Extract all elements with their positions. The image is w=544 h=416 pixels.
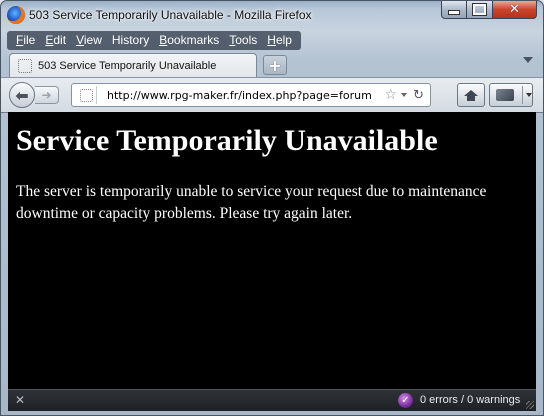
maximize-button[interactable]	[467, 1, 493, 19]
menu-edit[interactable]: Edit	[40, 31, 71, 50]
forward-button[interactable]: ➜	[35, 86, 59, 104]
addon-dropdown-icon[interactable]	[526, 93, 532, 97]
title-bar[interactable]: 503 Service Temporarily Unavailable - Mo…	[1, 1, 543, 31]
bookmark-star-icon[interactable]: ☆	[385, 87, 398, 103]
menu-view-accel: V	[76, 33, 84, 47]
menu-bar: File Edit View History Bookmarks Tools H…	[7, 31, 301, 50]
site-identity-button[interactable]	[76, 86, 97, 104]
tab-title: 503 Service Temporarily Unavailable	[38, 59, 217, 72]
addon-icon	[496, 89, 514, 101]
back-arrow-icon: ⬅	[15, 85, 29, 105]
addon-separator	[522, 86, 523, 104]
tab-bar: 503 Service Temporarily Unavailable +	[1, 51, 543, 77]
minimize-button[interactable]	[441, 1, 467, 19]
url-history-dropdown-icon[interactable]	[401, 93, 408, 97]
menu-tools-label: ools	[235, 33, 258, 47]
maximize-icon	[472, 3, 487, 16]
menu-history[interactable]: History	[107, 31, 154, 50]
url-bar[interactable]: http://www.rpg-maker.fr/index.php?page=f…	[71, 83, 431, 107]
menu-tools[interactable]: Tools	[224, 31, 262, 50]
url-input[interactable]: http://www.rpg-maker.fr/index.php?page=f…	[107, 89, 385, 102]
error-console-icon[interactable]: ✓	[398, 393, 413, 408]
menu-help[interactable]: Help	[262, 31, 297, 50]
errors-warnings-text[interactable]: 0 errors / 0 warnings	[420, 394, 520, 406]
navigation-toolbar: ➜ ⬅ http://www.rpg-maker.fr/index.php?pa…	[1, 77, 543, 113]
back-button[interactable]: ⬅	[9, 82, 35, 108]
close-button[interactable]: ✕	[493, 1, 537, 19]
menu-history-label: History	[111, 33, 150, 47]
home-icon	[464, 89, 478, 101]
reload-icon[interactable]: ↻	[413, 88, 424, 103]
window-title: 503 Service Temporarily Unavailable - Mo…	[29, 8, 312, 22]
menu-bookmarks[interactable]: Bookmarks	[154, 31, 224, 50]
page-body-text: The server is temporarily unable to serv…	[16, 183, 487, 222]
site-favicon-icon	[79, 88, 93, 102]
menu-help-accel: H	[267, 33, 276, 47]
forward-arrow-icon: ➜	[41, 88, 52, 102]
status-bar: ✕ ✓ 0 errors / 0 warnings	[8, 389, 536, 411]
status-close-icon[interactable]: ✕	[15, 393, 25, 407]
back-forward-group: ➜ ⬅	[9, 82, 67, 108]
menu-help-label: elp	[275, 33, 292, 47]
addon-button[interactable]	[489, 83, 533, 107]
menu-bookmarks-label: ookmarks	[167, 33, 220, 47]
menu-edit-label: dit	[53, 33, 67, 47]
menu-view[interactable]: View	[71, 31, 107, 50]
home-button[interactable]	[457, 83, 485, 107]
list-all-tabs-icon[interactable]	[523, 57, 533, 63]
new-tab-button[interactable]: +	[263, 55, 287, 75]
tab-active[interactable]: 503 Service Temporarily Unavailable	[9, 53, 257, 77]
firefox-window: 503 Service Temporarily Unavailable - Mo…	[0, 0, 544, 416]
close-icon: ✕	[509, 2, 520, 17]
firefox-logo-icon[interactable]	[7, 6, 25, 24]
menu-file[interactable]: File	[11, 31, 40, 50]
resize-grip[interactable]	[526, 401, 534, 409]
menu-file-label: ile	[23, 33, 36, 47]
page-heading: Service Temporarily Unavailable	[16, 124, 438, 157]
page-content: Service Temporarily Unavailable The serv…	[8, 112, 536, 389]
window-controls: ✕	[441, 1, 537, 21]
minimize-icon	[448, 10, 460, 15]
menu-view-label: iew	[83, 33, 102, 47]
page-favicon-icon	[18, 58, 32, 73]
